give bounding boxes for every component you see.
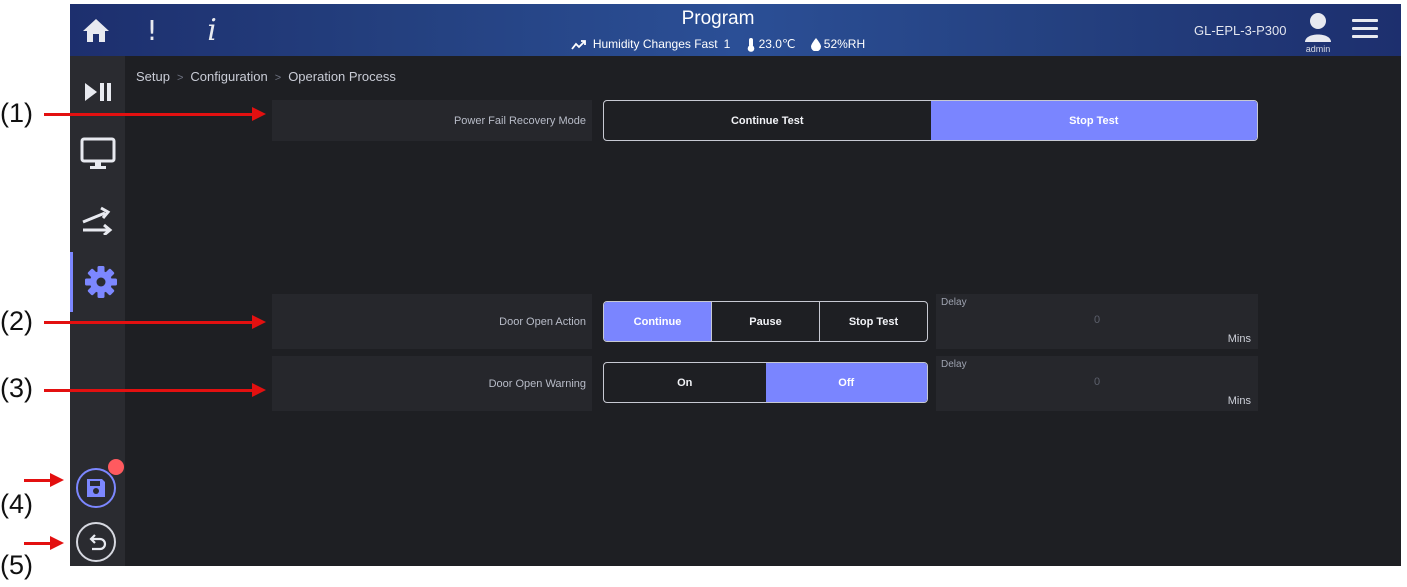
unsaved-indicator-badge	[108, 459, 124, 475]
option-on[interactable]: On	[604, 363, 766, 402]
sidebar-item-settings[interactable]	[70, 252, 128, 312]
undo-icon	[89, 534, 107, 551]
app-window: ! i Program Humidity Changes Fast 1 23.0℃…	[70, 4, 1401, 566]
sidebar-item-run[interactable]	[70, 64, 125, 120]
humidity-drop-icon	[810, 37, 821, 52]
option-pause[interactable]: Pause	[711, 302, 819, 341]
annotation-4: (4)	[0, 489, 33, 519]
gear-icon	[84, 266, 117, 298]
door-open-warning-label: Door Open Warning	[272, 356, 592, 411]
monitor-icon	[80, 137, 115, 169]
delay-label: Delay	[941, 297, 967, 308]
power-fail-label: Power Fail Recovery Mode	[272, 100, 592, 141]
delay-unit: Mins	[1227, 333, 1251, 345]
door-open-warning-toggle: On Off	[603, 362, 928, 403]
status-step: 1	[723, 37, 731, 51]
humidity-value: 52%RH	[823, 37, 866, 51]
breadcrumb: Setup > Configuration > Operation Process	[136, 69, 396, 84]
annotation-arrow-2	[44, 315, 266, 329]
breadcrumb-configuration[interactable]: Configuration	[190, 69, 267, 84]
option-continue-test[interactable]: Continue Test	[604, 101, 931, 140]
trend-up-icon	[571, 37, 587, 51]
delay-unit: Mins	[1227, 395, 1251, 407]
door-open-warning-delay[interactable]: Delay 0 Mins	[936, 356, 1258, 411]
device-name: GL-EPL-3-P300	[1194, 23, 1287, 38]
save-button[interactable]	[76, 468, 116, 508]
option-stop-test[interactable]: Stop Test	[819, 302, 927, 341]
annotation-5: (5)	[0, 550, 33, 580]
undo-button[interactable]	[76, 522, 116, 562]
chevron-right-icon: >	[274, 72, 282, 84]
door-open-action-toggle: Continue Pause Stop Test	[603, 301, 928, 342]
play-pause-icon	[84, 83, 111, 101]
sidebar-item-monitor[interactable]	[70, 126, 125, 182]
annotation-arrow-1	[44, 107, 266, 121]
thermometer-icon	[746, 37, 756, 52]
delay-value[interactable]: 0	[936, 376, 1258, 388]
user-label: admin	[1305, 44, 1331, 54]
temperature-value: 23.0℃	[758, 37, 796, 51]
status-line: Humidity Changes Fast 1 23.0℃ 52%RH	[70, 37, 1366, 52]
user-icon	[1305, 13, 1331, 42]
page-title: Program	[681, 8, 755, 29]
power-fail-toggle: Continue Test Stop Test	[603, 100, 1258, 141]
door-open-action-label: Door Open Action	[272, 294, 592, 349]
sidebar-item-transfer[interactable]	[70, 192, 125, 248]
annotation-2: (2)	[0, 306, 33, 336]
option-continue[interactable]: Continue	[604, 302, 711, 341]
breadcrumb-operation-process: Operation Process	[288, 69, 396, 84]
delay-label: Delay	[941, 359, 967, 370]
shuffle-icon	[81, 206, 112, 235]
delay-value[interactable]: 0	[936, 314, 1258, 326]
option-stop-test[interactable]: Stop Test	[930, 101, 1257, 140]
status-event: Humidity Changes Fast	[592, 37, 718, 51]
chevron-right-icon: >	[176, 72, 184, 84]
annotation-arrow-3	[44, 383, 266, 397]
top-bar: ! i Program Humidity Changes Fast 1 23.0℃…	[70, 4, 1401, 56]
door-open-action-delay[interactable]: Delay 0 Mins	[936, 294, 1258, 349]
annotation-3: (3)	[0, 373, 33, 403]
user-account[interactable]: admin	[1299, 12, 1337, 56]
option-off[interactable]: Off	[765, 363, 927, 402]
breadcrumb-setup[interactable]: Setup	[136, 69, 170, 84]
save-icon	[87, 479, 105, 497]
sidebar	[70, 56, 125, 566]
hamburger-menu-icon[interactable]	[1352, 19, 1378, 41]
annotation-arrow-5	[24, 536, 64, 550]
annotation-arrow-4	[24, 473, 64, 487]
annotation-1: (1)	[0, 98, 33, 128]
